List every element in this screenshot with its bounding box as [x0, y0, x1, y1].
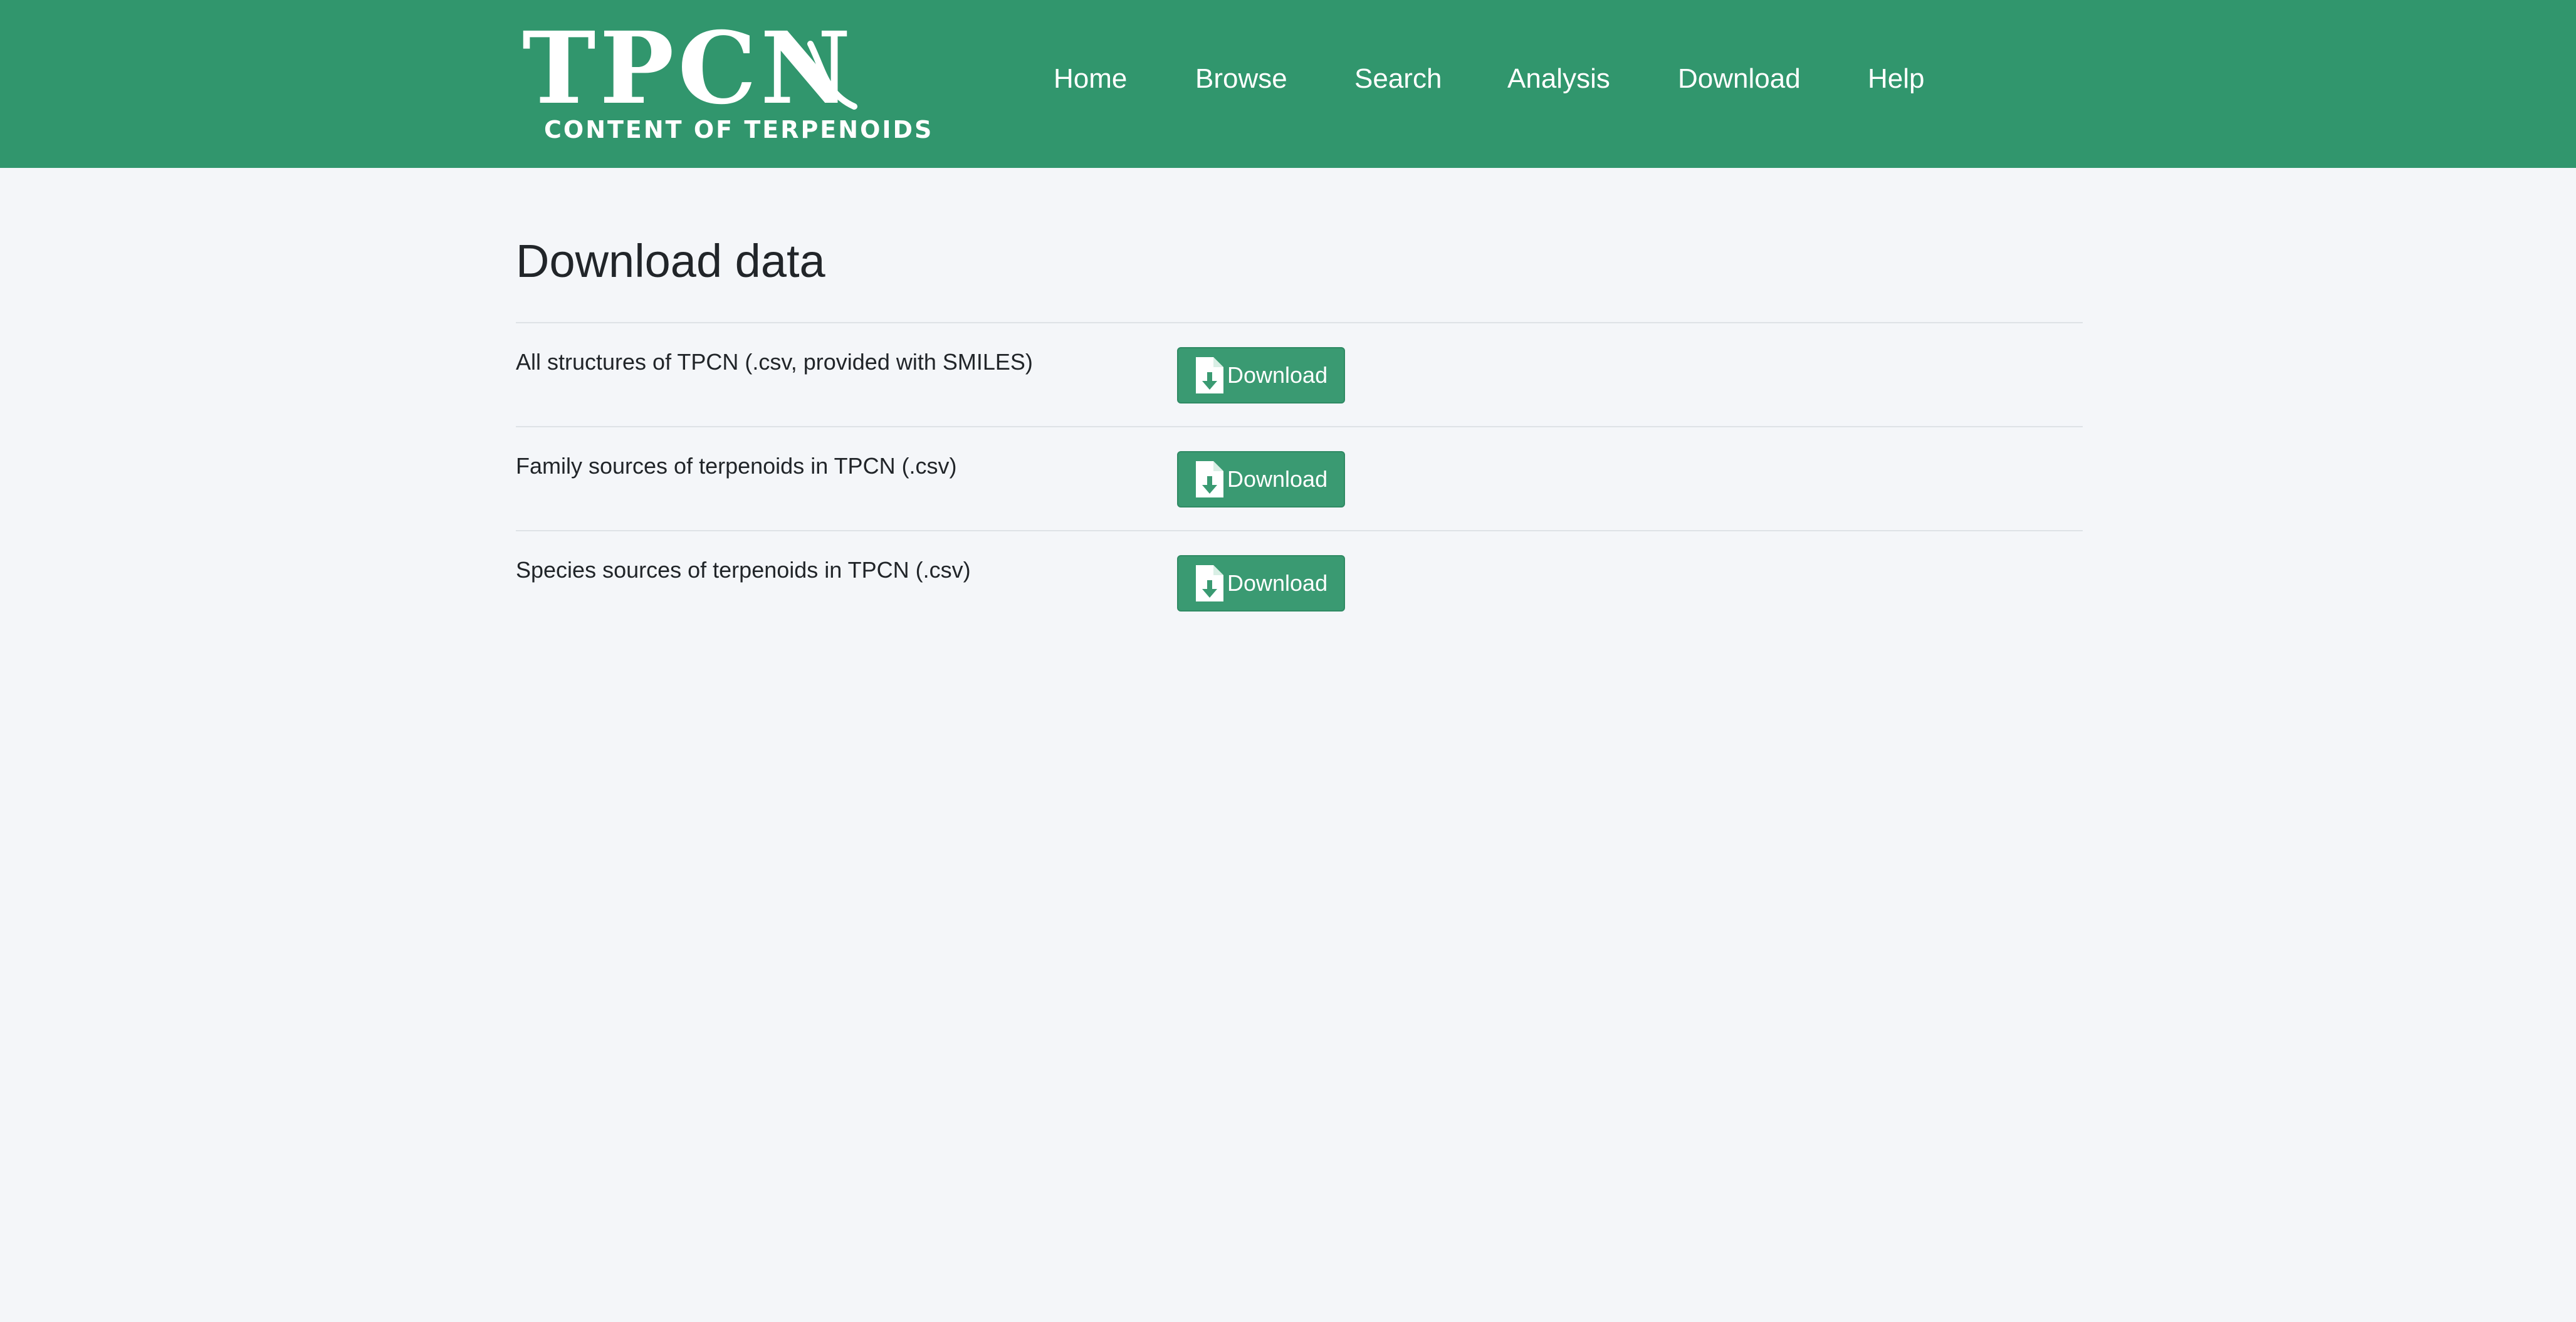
download-row-label: Family sources of terpenoids in TPCN (.c…: [516, 453, 957, 479]
main-nav: Home Browse Search Analysis Download Hel…: [1054, 55, 1937, 103]
file-download-icon: [1196, 461, 1223, 497]
nav-browse[interactable]: Browse: [1195, 55, 1354, 103]
logo-subtitle: CONTENT OF TERPENOIDS: [544, 116, 934, 143]
download-row-label: Species sources of terpenoids in TPCN (.…: [516, 557, 971, 583]
download-button[interactable]: Download: [1177, 347, 1345, 403]
nav-download[interactable]: Download: [1678, 55, 1868, 103]
download-row: Family sources of terpenoids in TPCN (.c…: [516, 426, 2083, 531]
download-row: All structures of TPCN (.csv, provided w…: [516, 322, 2083, 427]
download-button-label: Download: [1227, 570, 1328, 596]
file-download-icon: [1196, 565, 1223, 601]
nav-home[interactable]: Home: [1054, 55, 1195, 103]
download-button-label: Download: [1227, 466, 1328, 492]
page-title: Download data: [516, 235, 825, 287]
top-navbar: TPCN CONTENT OF TERPENOIDS Home Browse S…: [0, 0, 2576, 168]
download-row: Species sources of terpenoids in TPCN (.…: [516, 530, 2083, 635]
nav-help[interactable]: Help: [1868, 55, 1937, 103]
nav-search[interactable]: Search: [1354, 55, 1507, 103]
site-logo[interactable]: TPCN CONTENT OF TERPENOIDS: [516, 19, 931, 154]
download-button-label: Download: [1227, 362, 1328, 388]
download-button[interactable]: Download: [1177, 555, 1345, 612]
nav-analysis[interactable]: Analysis: [1507, 55, 1678, 103]
download-button[interactable]: Download: [1177, 451, 1345, 507]
file-download-icon: [1196, 357, 1223, 393]
download-row-label: All structures of TPCN (.csv, provided w…: [516, 349, 1033, 375]
